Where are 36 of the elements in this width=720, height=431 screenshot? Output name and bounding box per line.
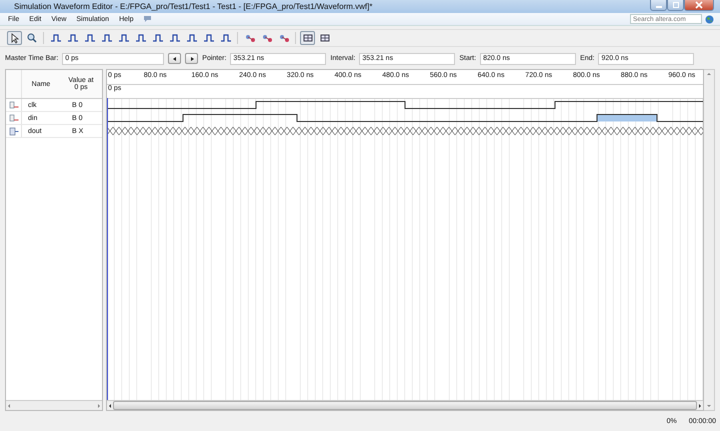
window-title: Simulation Waveform Editor - E:/FPGA_pro/Test1/Test1 - Test1 - [E:/FPGA_pro/Test1/Waveform.vwf]* [14, 2, 372, 11]
waveform-icon [202, 32, 214, 44]
input-pin-icon [8, 114, 18, 122]
previous-button[interactable] [168, 53, 182, 64]
globe-icon[interactable] [705, 14, 714, 24]
maximize-icon [670, 1, 680, 9]
waveform-icon [168, 32, 180, 44]
waveform-icon [152, 32, 164, 44]
next-button[interactable] [185, 53, 198, 64]
waveform-icon [84, 32, 96, 44]
pointer-button[interactable] [7, 31, 22, 45]
node-icon [244, 32, 256, 44]
node-icon [260, 32, 272, 44]
node-icon [278, 32, 290, 44]
grid-button[interactable] [300, 31, 315, 45]
minimize-button[interactable] [650, 0, 667, 11]
waveform-icon [50, 32, 62, 44]
output-pin-icon [8, 126, 18, 136]
waveform-icon [220, 32, 232, 44]
pointer-icon [8, 32, 20, 44]
waveform-icon [100, 32, 112, 44]
grid-icon [318, 32, 330, 44]
waveform-icon [134, 32, 146, 44]
right-triangle-icon [188, 56, 195, 62]
waveform-icon [118, 32, 130, 44]
scroll-up-icon[interactable] [705, 70, 713, 78]
zoom-icon [26, 32, 38, 44]
waveform-icon [186, 32, 198, 44]
vertical-scrollbar[interactable] [704, 69, 715, 411]
left-triangle-icon [172, 56, 178, 62]
maximize-button[interactable] [667, 0, 684, 11]
close-button[interactable] [684, 0, 714, 11]
waveform-icon [66, 32, 78, 44]
close-icon [693, 1, 705, 9]
input-pin-icon [8, 100, 18, 110]
grid-icon [302, 32, 314, 44]
